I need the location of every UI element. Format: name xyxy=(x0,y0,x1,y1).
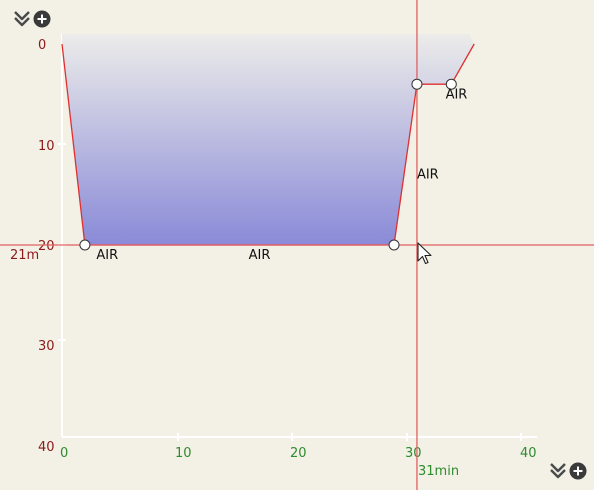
x-tick-label: 40 xyxy=(520,446,537,461)
y-tick-label: 20 xyxy=(38,239,55,254)
profile-area-fill xyxy=(62,34,475,245)
y-tick-label: 30 xyxy=(38,339,55,354)
gas-label: AIR xyxy=(417,168,439,183)
x-tick-label: 20 xyxy=(290,446,307,461)
mouse-pointer-icon xyxy=(417,242,432,265)
dive-planner-profile: 0 10 20 30 40 0 10 20 30 40 21m 31min AI… xyxy=(0,0,594,490)
dive-profile-chart[interactable]: 0 10 20 30 40 0 10 20 30 40 21m 31min AI… xyxy=(0,0,594,490)
waypoint-handle[interactable] xyxy=(388,239,400,251)
gas-label: AIR xyxy=(249,248,271,263)
cursor-time-label: 31min xyxy=(418,464,459,479)
x-tick-label: 30 xyxy=(405,446,422,461)
y-tick-label: 0 xyxy=(38,38,46,53)
gas-label: AIR xyxy=(446,87,468,102)
chevron-down-add-icon xyxy=(14,10,51,28)
waypoint-handle[interactable] xyxy=(79,239,91,251)
chevron-down-add-icon xyxy=(550,462,587,480)
profile-collapse-add-button[interactable] xyxy=(12,8,54,32)
y-tick-label: 40 xyxy=(38,440,55,455)
y-tick-label: 10 xyxy=(38,139,55,154)
x-tick-label: 10 xyxy=(175,446,192,461)
cursor-depth-label: 21m xyxy=(10,248,39,263)
waypoint-handle[interactable] xyxy=(411,78,423,90)
gas-label: AIR xyxy=(96,248,118,263)
profile-expand-add-button[interactable] xyxy=(548,460,590,484)
x-tick-label: 0 xyxy=(60,446,68,461)
